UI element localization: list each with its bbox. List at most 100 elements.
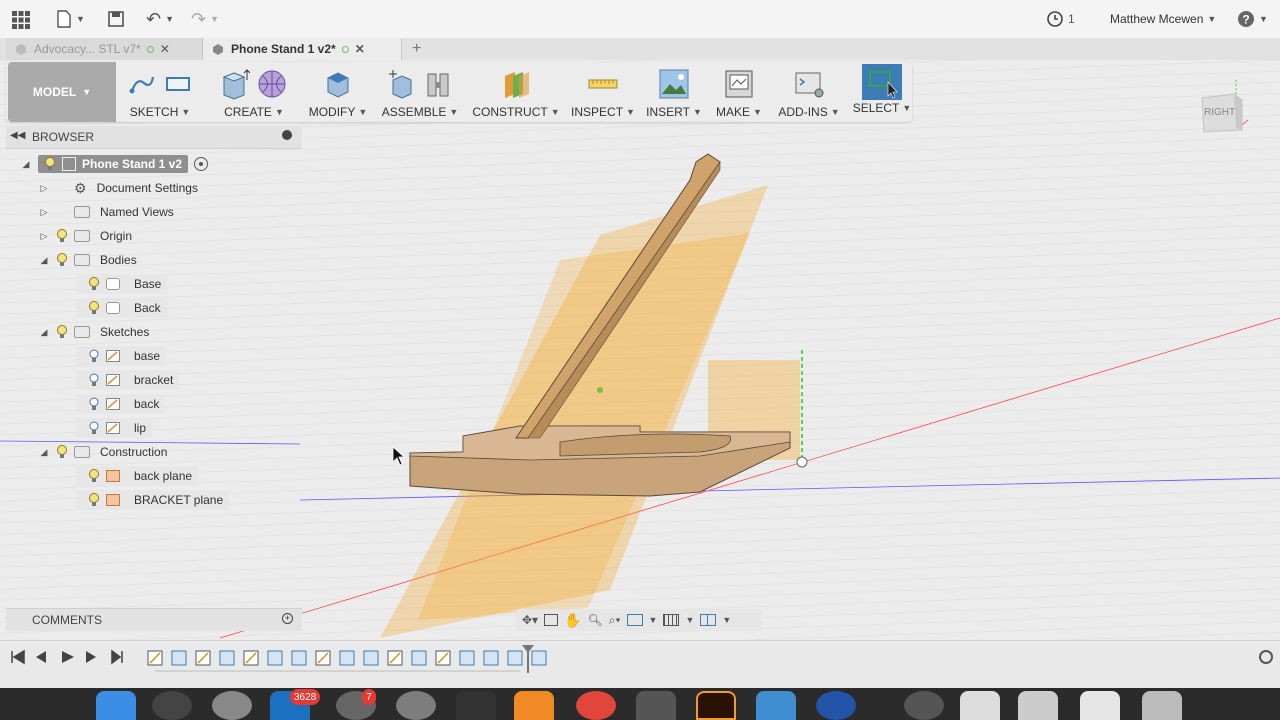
- visibility-bulb-icon[interactable]: [88, 277, 100, 291]
- inspect-menu[interactable]: INSPECT ▼: [571, 62, 635, 122]
- tree-item-body-back[interactable]: Back: [76, 298, 167, 318]
- window-thumbnail-3[interactable]: [1080, 691, 1120, 720]
- x11-app-icon[interactable]: [636, 691, 676, 720]
- add-comment-icon[interactable]: +: [282, 613, 293, 624]
- visibility-bulb-icon[interactable]: [88, 301, 100, 315]
- tree-item-construction[interactable]: ◢ Construction: [38, 442, 167, 462]
- redo-button[interactable]: ↷ ▼: [191, 9, 219, 29]
- close-icon[interactable]: ✕: [355, 42, 365, 56]
- trash-app-icon[interactable]: [1142, 691, 1182, 720]
- timeline-feature-fillet[interactable]: [267, 650, 283, 666]
- insert-menu[interactable]: INSERT ▼: [646, 62, 702, 122]
- visibility-bulb-icon[interactable]: [88, 349, 100, 363]
- launchpad-app-icon[interactable]: [212, 691, 252, 720]
- orbit-icon[interactable]: ✥▾: [522, 613, 538, 627]
- visibility-bulb-icon[interactable]: [44, 157, 56, 171]
- grid-settings-icon[interactable]: [663, 614, 680, 626]
- zoom-window-icon[interactable]: ⌕▾: [609, 613, 621, 628]
- visibility-bulb-icon[interactable]: [88, 493, 100, 507]
- inkscape-app-icon[interactable]: [456, 691, 496, 720]
- tree-item-named-views[interactable]: ▷ Named Views: [38, 202, 174, 222]
- data-panel-button[interactable]: [10, 9, 32, 29]
- timeline-feature-loft[interactable]: [507, 650, 523, 666]
- timeline-feature-loft[interactable]: [531, 650, 547, 666]
- help-button[interactable]: ? ▼: [1237, 9, 1268, 29]
- app-store-icon[interactable]: 7: [336, 689, 376, 720]
- browser-root[interactable]: ◢ Phone Stand 1 v2: [20, 154, 209, 174]
- system-preferences-icon[interactable]: [396, 691, 436, 720]
- workspace-switcher[interactable]: MODEL ▼: [8, 62, 116, 122]
- visibility-bulb-icon[interactable]: [56, 229, 68, 243]
- chrome-app-icon[interactable]: [576, 691, 616, 720]
- tab-advocacy[interactable]: Advocacy... STL v7* ✕: [6, 38, 202, 60]
- addins-menu[interactable]: ADD-INS ▼: [776, 62, 842, 122]
- comments-panel[interactable]: COMMENTS +: [6, 608, 302, 631]
- collapse-panel-icon[interactable]: ◀◀: [10, 130, 25, 141]
- finder-app-icon[interactable]: [96, 691, 136, 720]
- visibility-bulb-icon[interactable]: [88, 469, 100, 483]
- construct-menu[interactable]: CONSTRUCT ▼: [472, 62, 560, 122]
- window-thumbnail-2[interactable]: [1018, 691, 1058, 720]
- mail-app-icon[interactable]: 3628: [270, 689, 321, 720]
- tree-item-body-base[interactable]: Base: [76, 274, 168, 294]
- job-status-button[interactable]: 1: [1046, 9, 1075, 29]
- tree-item-sketches[interactable]: ◢ Sketches: [38, 322, 149, 342]
- file-menu-button[interactable]: ▼: [56, 9, 85, 29]
- pan-icon[interactable]: ✋: [564, 612, 581, 629]
- root-node[interactable]: Phone Stand 1 v2: [38, 155, 189, 173]
- view-cube[interactable]: RIGHT: [1198, 72, 1262, 144]
- visibility-bulb-icon[interactable]: [88, 397, 100, 411]
- sketch-menu[interactable]: SKETCH ▼: [122, 62, 198, 122]
- timeline-feature-loft[interactable]: [459, 650, 475, 666]
- fusion-app-icon[interactable]: [514, 691, 554, 720]
- tab-phone-stand[interactable]: Phone Stand 1 v2* ✕: [202, 38, 402, 60]
- tree-item-bodies[interactable]: ◢ Bodies: [38, 250, 137, 270]
- timeline-feature-extrude[interactable]: [291, 650, 307, 666]
- expand-triangle-icon[interactable]: ▷: [38, 183, 50, 194]
- collapse-triangle-icon[interactable]: ◢: [38, 447, 50, 458]
- timeline-feature-extrude[interactable]: [171, 650, 187, 666]
- browser-header[interactable]: ◀◀ BROWSER: [6, 126, 302, 149]
- tree-item-sketch-base[interactable]: base: [76, 346, 167, 366]
- assemble-menu[interactable]: ASSEMBLE ▼: [382, 62, 458, 122]
- modify-menu[interactable]: MODIFY ▼: [306, 62, 370, 122]
- save-button[interactable]: [107, 9, 125, 29]
- expand-triangle-icon[interactable]: ▷: [38, 231, 50, 242]
- timeline-feature-extrude[interactable]: [411, 650, 427, 666]
- tree-item-sketch-bracket[interactable]: bracket: [76, 370, 180, 390]
- close-icon[interactable]: ✕: [160, 42, 170, 56]
- globe-app-icon[interactable]: [816, 691, 856, 720]
- timeline-feature-extrude[interactable]: [219, 650, 235, 666]
- collapse-triangle-icon[interactable]: ◢: [38, 327, 50, 338]
- expand-triangle-icon[interactable]: ▷: [38, 207, 50, 218]
- create-menu[interactable]: CREATE ▼: [214, 62, 294, 122]
- timeline-feature-extrude[interactable]: [363, 650, 379, 666]
- select-menu[interactable]: SELECT ▼: [853, 62, 911, 122]
- visibility-bulb-icon[interactable]: [88, 373, 100, 387]
- make-menu[interactable]: MAKE ▼: [714, 62, 764, 122]
- look-at-icon[interactable]: [544, 614, 559, 626]
- visibility-bulb-icon[interactable]: [56, 253, 68, 267]
- undo-button[interactable]: ↶ ▼: [146, 9, 174, 29]
- activate-radio-icon[interactable]: [194, 157, 209, 171]
- tree-item-origin[interactable]: ▷ Origin: [38, 226, 132, 246]
- timeline-settings-icon[interactable]: [1259, 650, 1273, 664]
- new-tab-button[interactable]: +: [404, 38, 429, 60]
- zoom-icon[interactable]: 🔍︎: [588, 613, 603, 627]
- tree-item-back-plane[interactable]: back plane: [76, 466, 199, 486]
- tree-item-document-settings[interactable]: ▷ ⚙ Document Settings: [38, 178, 198, 198]
- visibility-bulb-icon[interactable]: [88, 421, 100, 435]
- tree-item-sketch-lip[interactable]: lip: [76, 418, 153, 438]
- visibility-bulb-icon[interactable]: [56, 325, 68, 339]
- user-menu[interactable]: Matthew Mcewen ▼: [1110, 9, 1216, 29]
- visibility-bulb-icon[interactable]: [56, 445, 68, 459]
- illustrator-app-icon[interactable]: [696, 691, 736, 720]
- origin-handle[interactable]: [796, 456, 808, 468]
- timeline-feature-extrude[interactable]: [339, 650, 355, 666]
- display-settings-icon[interactable]: [626, 614, 643, 626]
- download-app-icon[interactable]: [904, 691, 944, 720]
- window-thumbnail-1[interactable]: [960, 691, 1000, 720]
- view-cube-face[interactable]: RIGHT: [1204, 107, 1235, 118]
- viewports-icon[interactable]: [700, 614, 717, 626]
- pin-icon[interactable]: [282, 130, 292, 140]
